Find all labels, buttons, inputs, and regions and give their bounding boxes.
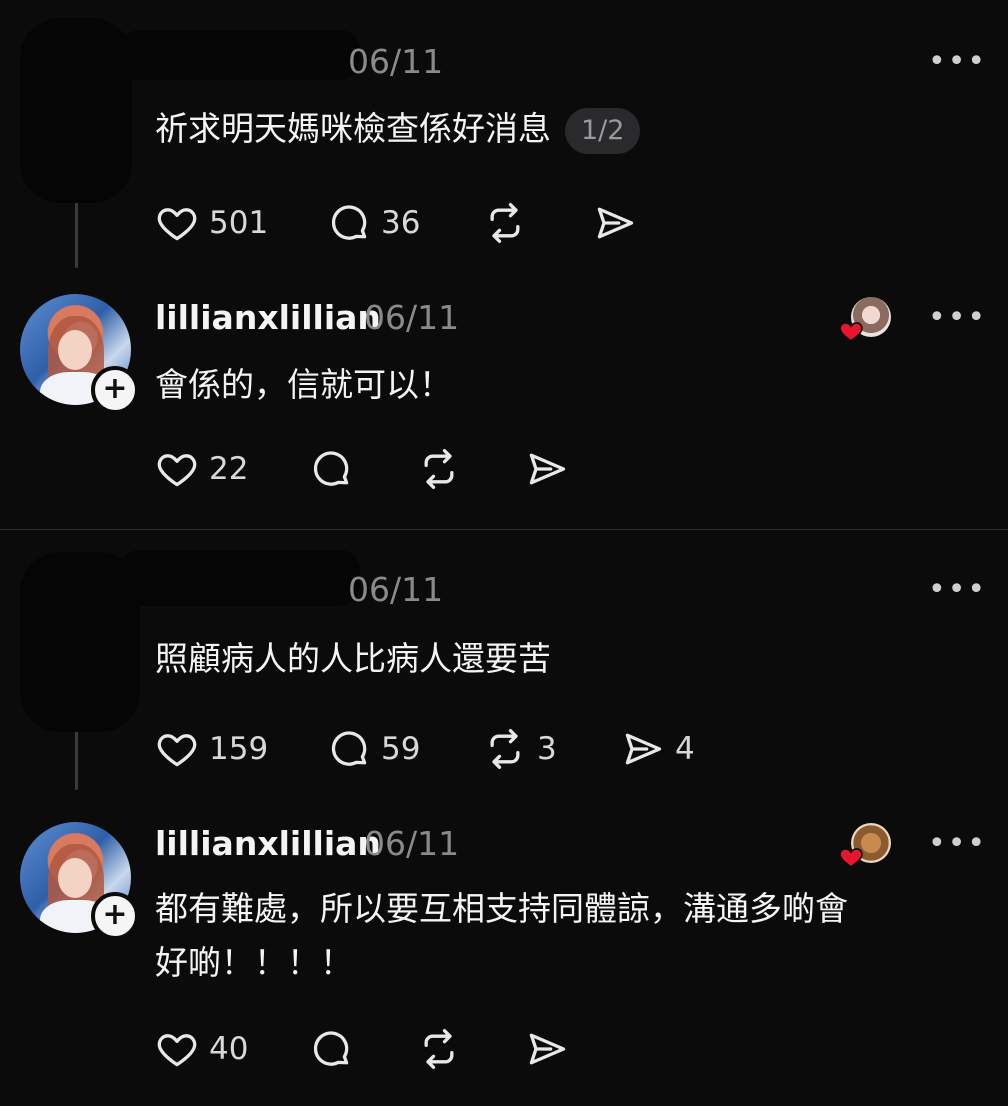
repost-count: 3 [537, 731, 557, 767]
like-count: 40 [209, 1031, 249, 1067]
repost-button[interactable]: 3 [483, 724, 557, 774]
share-count: 4 [675, 731, 695, 767]
like-button[interactable]: 501 [155, 198, 268, 248]
repost-icon [490, 203, 520, 243]
post-reply-1[interactable]: + lillianxlillian 06/11 ••• 會係的，信就可以！ 22 [0, 280, 1008, 520]
more-options-icon[interactable]: ••• [928, 829, 987, 859]
post-date: 06/11 [364, 298, 460, 337]
share-button[interactable]: 4 [621, 724, 695, 774]
reply-bubble-icon [313, 1031, 349, 1066]
reply-button[interactable] [309, 444, 353, 494]
repost-button[interactable] [417, 444, 461, 494]
redacted-username [120, 550, 360, 606]
post-date: 06/11 [348, 42, 444, 81]
follow-plus-icon[interactable]: + [91, 892, 139, 940]
share-button[interactable] [525, 444, 569, 494]
post-text: 會係的，信就可以！ [155, 365, 452, 404]
send-icon [529, 453, 566, 485]
heart-icon [157, 734, 197, 767]
reply-count: 59 [381, 731, 421, 767]
redacted-avatar [20, 18, 132, 203]
reply-bubble-icon [313, 451, 349, 486]
repost-button[interactable] [483, 198, 527, 248]
reply-count: 36 [381, 205, 421, 241]
post-original-2[interactable]: 06/11 ••• 照顧病人的人比病人還要苦 159 59 3 4 [0, 530, 1008, 800]
redacted-username [120, 30, 360, 80]
post-date: 06/11 [348, 570, 444, 609]
send-icon [625, 733, 662, 765]
heart-icon [157, 208, 197, 241]
like-button[interactable]: 159 [155, 724, 268, 774]
more-options-icon[interactable]: ••• [928, 575, 987, 605]
username[interactable]: lillianxlillian [155, 298, 381, 337]
more-options-icon[interactable]: ••• [928, 303, 987, 333]
post-date: 06/11 [364, 824, 460, 863]
username[interactable]: lillianxlillian [155, 824, 381, 863]
post-text: 祈求明天媽咪檢查係好消息 1/2 [155, 102, 641, 156]
post-text-content: 祈求明天媽咪檢查係好消息 [155, 109, 551, 148]
follow-plus-icon[interactable]: + [91, 366, 139, 414]
reply-button[interactable] [309, 1024, 353, 1074]
reply-bubble-icon [331, 205, 367, 240]
reply-button[interactable]: 59 [327, 724, 420, 774]
repost-icon [424, 449, 454, 489]
heart-icon [157, 1034, 197, 1067]
like-button[interactable]: 22 [155, 444, 248, 494]
send-icon [597, 207, 634, 239]
reply-bubble-icon [331, 731, 367, 766]
thread-2: 06/11 ••• 照顧病人的人比病人還要苦 159 59 3 4 + lill… [0, 530, 1008, 1106]
more-options-icon[interactable]: ••• [928, 47, 987, 77]
like-count: 501 [209, 205, 269, 241]
share-button[interactable] [525, 1024, 569, 1074]
reply-button[interactable]: 36 [327, 198, 420, 248]
repost-icon [424, 1029, 454, 1069]
liked-heart-icon [839, 848, 863, 868]
share-button[interactable] [593, 198, 637, 248]
send-icon [529, 1033, 566, 1065]
page-indicator-badge[interactable]: 1/2 [565, 107, 641, 154]
post-reply-2[interactable]: + lillianxlillian 06/11 ••• 都有難處，所以要互相支持… [0, 808, 1008, 1106]
post-original-1[interactable]: 06/11 ••• 祈求明天媽咪檢查係好消息 1/2 501 36 [0, 0, 1008, 270]
post-text-line: 好啲！！！！ [155, 943, 353, 982]
thread-1: 06/11 ••• 祈求明天媽咪檢查係好消息 1/2 501 36 + lill… [0, 0, 1008, 528]
repost-icon [490, 729, 520, 769]
post-text-line: 都有難處，所以要互相支持同體諒，溝通多啲會 [155, 889, 848, 928]
repost-button[interactable] [417, 1024, 461, 1074]
post-text: 照顧病人的人比病人還要苦 [155, 639, 551, 678]
liked-heart-icon [839, 322, 863, 342]
like-button[interactable]: 40 [155, 1024, 248, 1074]
heart-icon [157, 454, 197, 487]
like-count: 159 [209, 731, 269, 767]
like-count: 22 [209, 451, 249, 487]
post-text: 都有難處，所以要互相支持同體諒，溝通多啲會 好啲！！！！ [155, 882, 975, 990]
